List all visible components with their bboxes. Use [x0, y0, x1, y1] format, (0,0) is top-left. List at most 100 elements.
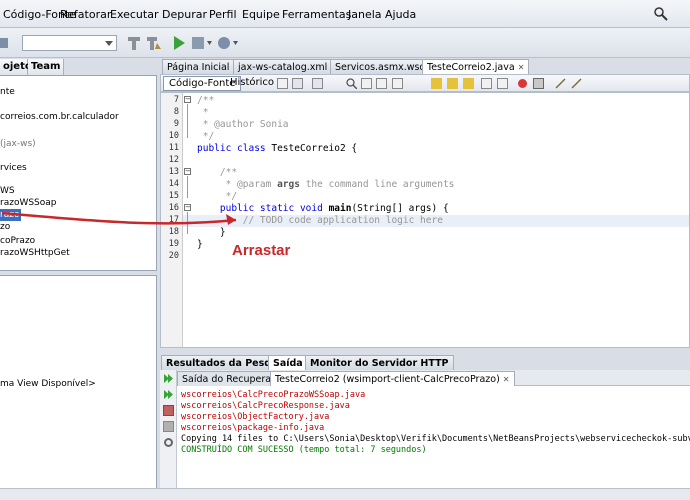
history-button[interactable]: Histórico	[225, 76, 279, 91]
line-number: 13	[168, 167, 179, 177]
find-next-icon[interactable]	[376, 78, 387, 89]
line-number: 7	[173, 95, 179, 105]
settings-icon[interactable]	[163, 437, 174, 448]
output-line-success: CONSTRUÍDO COM SUCESSO (tempo total: 7 s…	[181, 445, 427, 455]
stop-macro-icon[interactable]	[533, 78, 544, 89]
line-number: 8	[173, 107, 179, 117]
tab-http-monitor[interactable]: Monitor do Servidor HTTP	[305, 355, 454, 370]
line-number: 10	[168, 131, 179, 141]
output-console[interactable]: wscorreios\CalcPrecoPrazoWSSoap.java wsc…	[177, 386, 690, 488]
arrastar-label: Arrastar	[232, 242, 291, 259]
fold-toggle[interactable]: −	[184, 96, 191, 103]
fold-toggle[interactable]: −	[184, 204, 191, 211]
shift-left-icon[interactable]	[481, 78, 492, 89]
code-line-todo: // TODO code application logic here	[197, 215, 443, 226]
line-number: 20	[168, 251, 179, 261]
forward-icon[interactable]	[312, 78, 323, 89]
line-number: 9	[173, 119, 179, 129]
tree-item[interactable]: correios.com.br.calculador	[0, 111, 119, 123]
menu-executar[interactable]: Executar	[110, 8, 159, 21]
projects-panel: ojetos Team nte correios.com.br.calculad…	[0, 58, 157, 500]
tab-testecorreio2-output[interactable]: TesteCorreio2 (wsimport-client-CalcPreco…	[270, 371, 515, 386]
toggle-highlight-icon[interactable]	[392, 78, 403, 89]
output-line: wscorreios\CalcPrecoPrazoWSSoap.java	[181, 390, 366, 400]
shift-right-icon[interactable]	[497, 78, 508, 89]
output-line: Copying 14 files to C:\Users\Sonia\Deskt…	[181, 434, 690, 444]
output-window-tabs: Resultados da Pesquisa Saída Monitor do …	[160, 354, 690, 370]
configuration-dropdown[interactable]	[22, 35, 117, 51]
menu-equipe[interactable]: Equipe	[242, 8, 280, 21]
status-bar	[0, 488, 690, 500]
output-line: wscorreios\CalcPrecoResponse.java	[181, 401, 350, 411]
menu-depurar[interactable]: Depurar	[162, 8, 207, 21]
code-line: }	[197, 239, 203, 250]
code-editor[interactable]: 7 8 9 10 11 12 13 14 15 16 17 18 19 20 −…	[160, 92, 690, 348]
output-actions	[160, 370, 177, 488]
debug-run-icon[interactable]	[190, 34, 212, 52]
tree-item[interactable]: rvices	[0, 162, 27, 174]
tab-projects[interactable]: ojetos	[0, 59, 38, 75]
stop-icon[interactable]	[163, 405, 174, 416]
output-subtabs: Saída do Recuperador✕ TesteCorreio2 (wsi…	[160, 370, 690, 386]
line-number-gutter: 7 8 9 10 11 12 13 14 15 16 17 18 19 20	[161, 93, 183, 347]
find-previous-icon[interactable]	[361, 78, 372, 89]
clean-build-icon[interactable]	[145, 34, 163, 52]
menu-ajuda[interactable]: Ajuda	[385, 8, 416, 21]
menu-ferramentas[interactable]: Ferramentas	[282, 8, 351, 21]
tree-item[interactable]: (jax-ws)	[0, 138, 36, 150]
menu-perfil[interactable]: Perfil	[209, 8, 237, 21]
rerun-different-icon[interactable]	[163, 389, 174, 400]
find-icon[interactable]	[346, 78, 358, 90]
uncomment-icon[interactable]	[571, 78, 582, 89]
search-icon[interactable]	[653, 6, 669, 22]
stats-icon[interactable]	[163, 421, 174, 432]
line-number: 18	[168, 227, 179, 237]
tree-item[interactable]: razoWSHttpGet	[0, 247, 70, 259]
line-number: 16	[168, 203, 179, 213]
profile-icon[interactable]	[216, 34, 238, 52]
editor-toolbar: Código-Fonte Histórico	[160, 74, 690, 92]
tab-pagina-inicial[interactable]: Página Inicial✕	[162, 59, 245, 74]
tree-item[interactable]: zo	[0, 221, 10, 233]
run-icon[interactable]	[170, 34, 188, 52]
menu-refatorar[interactable]: Refatorar	[60, 8, 111, 21]
line-number: 15	[168, 191, 179, 201]
code-line: public class TesteCorreio2 {	[197, 143, 358, 154]
fold-toggle[interactable]: −	[184, 168, 191, 175]
line-number: 17	[168, 215, 179, 225]
code-line: *	[197, 107, 209, 118]
tree-item-selected[interactable]: razo	[0, 209, 22, 221]
tree-item[interactable]: coPrazo	[0, 235, 35, 247]
tab-testecorreio2[interactable]: TesteCorreio2.java ✕	[422, 59, 530, 74]
debug-icon[interactable]	[0, 34, 18, 52]
next-bookmark-icon[interactable]	[463, 78, 474, 89]
menu-bar: Código-Fonte Refatorar Executar Depurar …	[0, 0, 690, 28]
code-line: /**	[197, 95, 215, 106]
tab-output[interactable]: Saída	[268, 355, 308, 370]
tab-jax-ws-catalog[interactable]: jax-ws-catalog.xml✕	[233, 59, 342, 74]
menu-janela[interactable]: Janela	[348, 8, 382, 21]
output-line: wscorreios\package-info.java	[181, 423, 325, 433]
rerun-icon[interactable]	[163, 373, 174, 384]
editor-tabs: Página Inicial✕ jax-ws-catalog.xml✕ Serv…	[160, 58, 690, 74]
line-number: 19	[168, 239, 179, 249]
tree-item[interactable]: WS	[0, 185, 15, 197]
prev-bookmark-icon[interactable]	[447, 78, 458, 89]
tree-item[interactable]: nte	[0, 86, 15, 98]
comment-icon[interactable]	[555, 78, 566, 89]
main-toolbar	[0, 28, 690, 58]
code-line: */	[197, 191, 238, 202]
line-number: 14	[168, 179, 179, 189]
code-line: * @param args the command line arguments	[197, 179, 455, 190]
output-line: wscorreios\ObjectFactory.java	[181, 412, 330, 422]
bookmark-icon[interactable]	[431, 78, 442, 89]
tree-item[interactable]: razoWSSoap	[0, 197, 57, 209]
code-line: }	[197, 227, 226, 238]
last-edit-icon[interactable]	[277, 78, 288, 89]
back-icon[interactable]	[292, 78, 303, 89]
record-macro-icon[interactable]	[517, 78, 528, 89]
hammer-icon[interactable]	[125, 34, 143, 52]
tab-team[interactable]: Team	[28, 59, 64, 75]
code-line: */	[197, 131, 215, 142]
code-line: /**	[197, 167, 238, 178]
